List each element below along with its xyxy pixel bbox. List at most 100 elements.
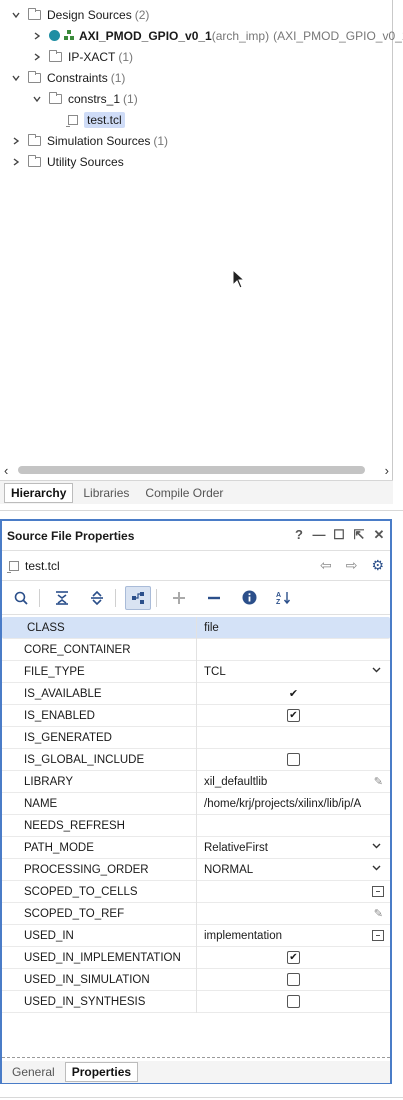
property-name: NEEDS_REFRESH (2, 814, 197, 837)
tab-compile-order[interactable]: Compile Order (139, 484, 229, 502)
tree-item-label: AXI_PMOD_GPIO_v0_1 (79, 28, 212, 43)
pencil-icon[interactable]: ✎ (374, 775, 383, 788)
chevron-down-icon[interactable] (371, 862, 382, 876)
tab-properties[interactable]: Properties (64, 1062, 139, 1082)
table-row[interactable]: USED_IN_SIMULATION (2, 968, 390, 991)
table-row[interactable]: USED_IN_IMPLEMENTATION ✔ (2, 946, 390, 969)
table-row[interactable]: USED_IN implementation (2, 924, 390, 947)
tree-item-design-sources[interactable]: Design Sources (2) (10, 4, 149, 25)
horizontal-scrollbar[interactable]: ‹ › (0, 462, 393, 478)
property-value[interactable]: /home/krj/projects/xilinx/lib/ip/A (197, 793, 390, 815)
float-icon[interactable]: ⇱ (352, 527, 366, 543)
checkbox-checked[interactable]: ✔ (287, 951, 300, 964)
table-row[interactable]: PATH_MODE RelativeFirst (2, 836, 390, 859)
property-dropdown[interactable]: RelativeFirst (197, 837, 390, 859)
table-row[interactable]: SCOPED_TO_REF ✎ (2, 902, 390, 925)
forward-arrow-icon[interactable]: ⇨ (346, 557, 358, 574)
property-name: IS_AVAILABLE (2, 682, 197, 705)
back-arrow-icon[interactable]: ⇦ (320, 557, 332, 574)
folder-icon (28, 7, 41, 20)
chevron-down-icon[interactable] (371, 840, 382, 854)
chevron-right-icon[interactable] (10, 135, 22, 147)
property-value[interactable]: file (197, 617, 387, 639)
table-row[interactable]: USED_IN_SYNTHESIS (2, 990, 390, 1013)
collapse-all-icon[interactable] (49, 586, 75, 610)
panel-divider[interactable] (0, 510, 403, 511)
tab-general[interactable]: General (6, 1063, 61, 1081)
table-row[interactable]: SCOPED_TO_CELLS (2, 880, 390, 903)
property-name: CLASS (5, 616, 198, 639)
table-row[interactable]: IS_GLOBAL_INCLUDE (2, 748, 390, 771)
chevron-right-icon[interactable] (31, 51, 43, 63)
property-value[interactable] (197, 639, 390, 661)
table-row[interactable]: IS_ENABLED ✔ (2, 704, 390, 727)
tree-item-count: (1) (123, 91, 138, 106)
property-dropdown[interactable]: TCL (197, 661, 390, 683)
table-row[interactable]: IS_AVAILABLE ✔ (2, 682, 390, 705)
chevron-right-icon[interactable] (10, 156, 22, 168)
hierarchy-icon (64, 30, 75, 41)
property-value: ✔ (197, 683, 390, 705)
tree-item-axi-pmod-gpio[interactable]: AXI_PMOD_GPIO_v0_1 (arch_imp) (AXI_PMOD_… (31, 25, 403, 46)
file-icon (66, 114, 78, 127)
expand-all-icon[interactable] (84, 586, 110, 610)
property-value[interactable]: implementation (197, 925, 390, 947)
chevron-down-icon[interactable] (371, 664, 382, 678)
group-by-icon[interactable] (125, 585, 151, 610)
table-row[interactable]: IS_GENERATED (2, 726, 390, 749)
tree-item-label: Design Sources (47, 7, 132, 22)
browse-icon[interactable] (372, 885, 384, 897)
table-row[interactable]: CORE_CONTAINER (2, 638, 390, 661)
scroll-right-icon[interactable]: › (385, 463, 389, 478)
sort-az-icon[interactable]: AZ (271, 586, 297, 610)
tree-item-count: (1) (118, 49, 134, 64)
checkbox-unchecked[interactable] (287, 753, 300, 766)
checkbox-checked[interactable]: ✔ (287, 709, 300, 722)
scroll-left-icon[interactable]: ‹ (4, 463, 8, 478)
remove-icon[interactable] (201, 586, 227, 610)
panel-divider[interactable] (0, 1097, 403, 1098)
add-icon[interactable] (166, 586, 192, 610)
browse-icon[interactable] (372, 929, 384, 941)
property-value[interactable] (197, 881, 390, 903)
tree-item-ip-xact[interactable]: IP-XACT (1) (31, 46, 133, 67)
table-row[interactable]: NAME /home/krj/projects/xilinx/lib/ip/A (2, 792, 390, 815)
selected-file-row: test.tcl ⇦ ⇨ ⚙ (2, 551, 390, 581)
search-icon[interactable] (8, 586, 34, 610)
checkbox-unchecked[interactable] (287, 995, 300, 1008)
chevron-right-icon[interactable] (31, 30, 43, 42)
dropdown-value: NORMAL (204, 863, 254, 876)
chevron-down-icon[interactable] (10, 9, 22, 21)
close-icon[interactable]: ✕ (372, 527, 386, 543)
tree-item-utility-sources[interactable]: Utility Sources (10, 151, 124, 172)
property-name: USED_IN_IMPLEMENTATION (2, 946, 197, 969)
chevron-down-icon[interactable] (31, 93, 43, 105)
tree-item-simulation-sources[interactable]: Simulation Sources (1) (10, 130, 168, 151)
property-value[interactable]: ✎ (197, 903, 390, 925)
table-row[interactable]: CLASS file (2, 616, 390, 639)
tree-item-constrs-1[interactable]: constrs_1 (1) (31, 88, 138, 109)
minimize-icon[interactable]: — (312, 527, 326, 543)
scrollbar-thumb[interactable] (18, 466, 365, 474)
tab-libraries[interactable]: Libraries (77, 484, 135, 502)
folder-icon (28, 154, 41, 167)
tree-item-constraints[interactable]: Constraints (1) (10, 67, 125, 88)
info-icon[interactable] (236, 586, 262, 610)
tab-hierarchy[interactable]: Hierarchy (4, 482, 74, 503)
tree-item-label: Utility Sources (47, 154, 124, 169)
tree-item-test-tcl[interactable]: test.tcl (66, 109, 125, 130)
table-row[interactable]: LIBRARY xil_defaultlib ✎ (2, 770, 390, 793)
table-row[interactable]: PROCESSING_ORDER NORMAL (2, 858, 390, 881)
pencil-icon[interactable]: ✎ (374, 907, 383, 920)
property-name: CORE_CONTAINER (2, 638, 197, 661)
gear-icon[interactable]: ⚙ (371, 557, 384, 574)
property-name: USED_IN_SYNTHESIS (2, 990, 197, 1013)
table-row[interactable]: FILE_TYPE TCL (2, 660, 390, 683)
checkbox-unchecked[interactable] (287, 973, 300, 986)
property-dropdown[interactable]: NORMAL (197, 859, 390, 881)
table-row[interactable]: NEEDS_REFRESH (2, 814, 390, 837)
property-value[interactable]: xil_defaultlib ✎ (197, 771, 390, 793)
maximize-icon[interactable]: ☐ (332, 527, 346, 543)
chevron-down-icon[interactable] (10, 72, 22, 84)
help-icon[interactable]: ? (292, 527, 306, 543)
